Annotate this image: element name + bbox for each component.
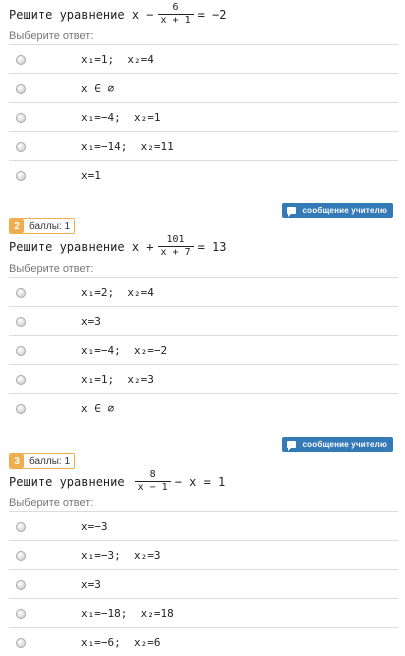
message-teacher-button[interactable]: сообщение учителю (281, 203, 393, 218)
option-label: x₁=1; x₂=3 (81, 373, 154, 386)
radio-button[interactable] (16, 346, 26, 356)
option-label: x=1 (81, 169, 101, 182)
fraction: 101 x + 7 (157, 234, 194, 259)
option-label: x₁=2; x₂=4 (81, 286, 154, 299)
radio-button[interactable] (16, 580, 26, 590)
option-label: x₁=−18; x₂=18 (81, 607, 174, 620)
radio-button[interactable] (16, 113, 26, 123)
answer-option[interactable]: x₁=−4; x₂=−2 (9, 335, 398, 364)
question-title: Решите уравнение x + 101 x + 7 = 13 (9, 234, 227, 259)
fraction-denominator: x + 1 (157, 14, 194, 27)
option-label: x₁=−14; x₂=11 (81, 140, 174, 153)
answer-option[interactable]: x₁=1; x₂=4 (9, 44, 398, 73)
answer-prompt: Выберите ответ: (9, 263, 94, 275)
answer-option[interactable]: x₁=−6; x₂=6 (9, 627, 398, 656)
option-label: x₁=−4; x₂=1 (81, 111, 161, 124)
answer-prompt: Выберите ответ: (9, 497, 94, 509)
radio-button[interactable] (16, 84, 26, 94)
answer-option[interactable]: x₁=1; x₂=3 (9, 364, 398, 393)
message-teacher-button[interactable]: сообщение учителю (281, 437, 393, 452)
question-title: Решите уравнение 8 x − 1 − x = 1 (9, 469, 225, 494)
question-number: 2 баллы: 1 (9, 218, 76, 234)
radio-button[interactable] (16, 551, 26, 561)
option-label: x=3 (81, 315, 101, 328)
option-label: x ∈ ∅ (81, 402, 115, 415)
question-number-badge: 3 (10, 454, 24, 468)
question-number: 3 баллы: 1 (9, 453, 76, 469)
fraction: 6 x + 1 (157, 2, 194, 27)
radio-button[interactable] (16, 375, 26, 385)
title-prefix: Решите уравнение x − (9, 7, 154, 22)
answer-prompt: Выберите ответ: (9, 30, 94, 42)
question-points: баллы: 1 (29, 220, 71, 232)
message-button-label: сообщение учителю (302, 440, 387, 449)
answer-option[interactable]: x=3 (9, 569, 398, 598)
answer-option[interactable]: x₁=−14; x₂=11 (9, 131, 398, 160)
radio-button[interactable] (16, 317, 26, 327)
option-label: x₁=−6; x₂=6 (81, 636, 161, 649)
radio-button[interactable] (16, 142, 26, 152)
option-label: x₁=1; x₂=4 (81, 53, 154, 66)
option-label: x₁=−3; x₂=3 (81, 549, 161, 562)
fraction-denominator: x + 7 (157, 246, 194, 259)
fraction: 8 x − 1 (134, 469, 171, 494)
answer-option[interactable]: x₁=2; x₂=4 (9, 277, 398, 306)
answer-option[interactable]: x=−3 (9, 511, 398, 540)
fraction-numerator: 8 (149, 469, 156, 480)
title-suffix: = −2 (197, 7, 227, 22)
fraction-denominator: x − 1 (134, 481, 171, 494)
fraction-numerator: 6 (172, 2, 179, 13)
question-points: баллы: 1 (29, 455, 71, 467)
radio-button[interactable] (16, 55, 26, 65)
title-suffix: = 13 (197, 239, 227, 254)
option-label: x₁=−4; x₂=−2 (81, 344, 168, 357)
option-label: x=−3 (81, 520, 108, 533)
radio-button[interactable] (16, 609, 26, 619)
answer-option[interactable]: x₁=−4; x₂=1 (9, 102, 398, 131)
message-button-label: сообщение учителю (302, 206, 387, 215)
answer-option[interactable]: x=1 (9, 160, 398, 189)
radio-button[interactable] (16, 522, 26, 532)
radio-button[interactable] (16, 288, 26, 298)
chat-icon (286, 441, 296, 451)
title-prefix: Решите уравнение (9, 474, 125, 489)
question-title: Решите уравнение x − 6 x + 1 = −2 (9, 2, 227, 27)
radio-button[interactable] (16, 171, 26, 181)
answer-option[interactable]: x ∈ ∅ (9, 73, 398, 102)
fraction-numerator: 101 (166, 234, 185, 245)
chat-icon (286, 207, 296, 217)
option-label: x=3 (81, 578, 101, 591)
answer-option[interactable]: x ∈ ∅ (9, 393, 398, 422)
answer-option[interactable]: x=3 (9, 306, 398, 335)
option-label: x ∈ ∅ (81, 82, 115, 95)
question-number-badge: 2 (10, 219, 24, 233)
title-suffix: − x = 1 (174, 474, 226, 489)
title-prefix: Решите уравнение x + (9, 239, 154, 254)
answer-option[interactable]: x₁=−18; x₂=18 (9, 598, 398, 627)
radio-button[interactable] (16, 404, 26, 414)
radio-button[interactable] (16, 638, 26, 648)
answer-option[interactable]: x₁=−3; x₂=3 (9, 540, 398, 569)
